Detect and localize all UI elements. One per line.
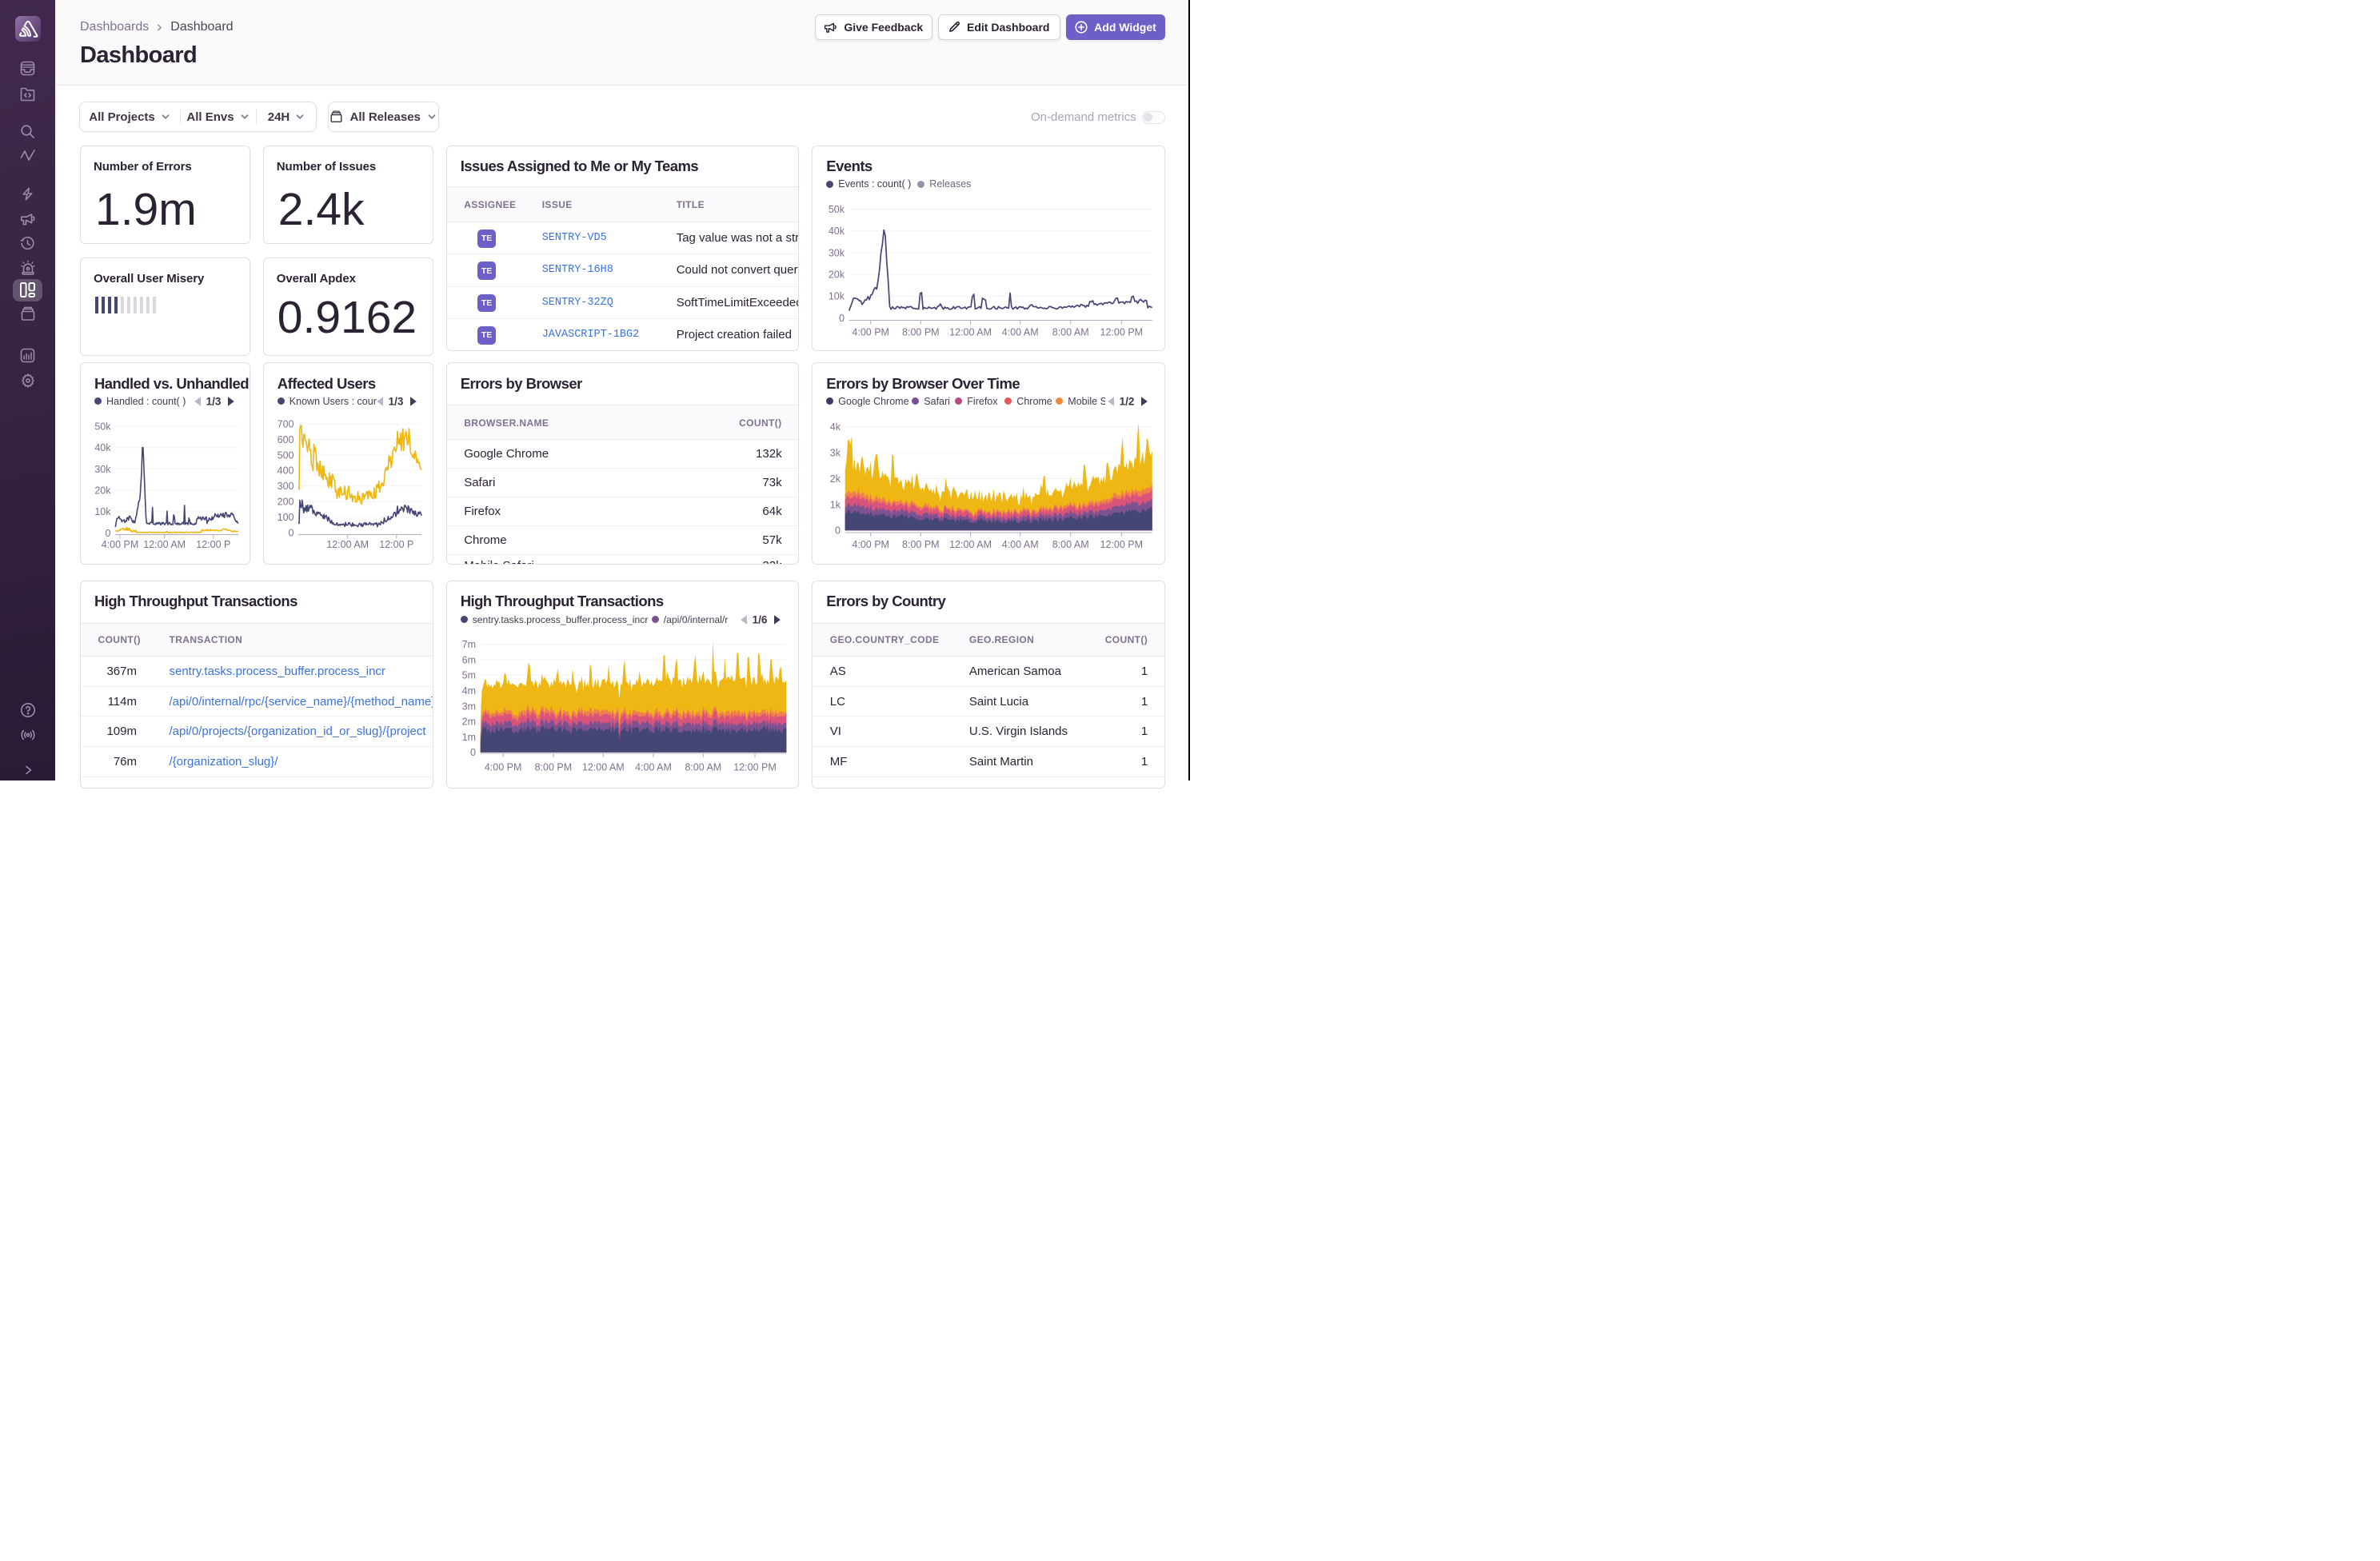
svg-text:4:00 AM: 4:00 AM bbox=[1002, 539, 1039, 550]
svg-text:4:00 PM: 4:00 PM bbox=[102, 539, 139, 550]
svg-text:8:00 PM: 8:00 PM bbox=[902, 326, 940, 337]
svg-text:12:00 AM: 12:00 AM bbox=[582, 761, 625, 773]
svg-text:600: 600 bbox=[277, 434, 294, 445]
svg-text:300: 300 bbox=[277, 481, 294, 492]
svg-text:100: 100 bbox=[277, 512, 294, 523]
svg-text:8:00 PM: 8:00 PM bbox=[534, 761, 572, 773]
svg-text:12:00 AM: 12:00 AM bbox=[949, 539, 992, 550]
svg-text:3m: 3m bbox=[461, 701, 475, 712]
svg-text:12:00 PM: 12:00 PM bbox=[733, 761, 777, 773]
svg-text:4:00 PM: 4:00 PM bbox=[485, 761, 522, 773]
svg-text:12:00 P: 12:00 P bbox=[196, 539, 230, 550]
svg-text:40k: 40k bbox=[94, 442, 111, 453]
svg-text:700: 700 bbox=[277, 418, 294, 429]
svg-text:8:00 PM: 8:00 PM bbox=[902, 539, 940, 550]
svg-text:4:00 AM: 4:00 AM bbox=[1002, 326, 1039, 337]
svg-text:12:00 AM: 12:00 AM bbox=[143, 539, 186, 550]
svg-text:400: 400 bbox=[277, 465, 294, 477]
svg-text:12:00 P: 12:00 P bbox=[379, 539, 413, 550]
svg-text:4k: 4k bbox=[830, 421, 841, 433]
svg-text:2k: 2k bbox=[830, 473, 841, 485]
svg-text:0: 0 bbox=[839, 312, 845, 323]
svg-text:8:00 AM: 8:00 AM bbox=[685, 761, 721, 773]
svg-text:50k: 50k bbox=[94, 421, 111, 432]
svg-text:40k: 40k bbox=[829, 226, 845, 237]
svg-text:0: 0 bbox=[835, 525, 841, 537]
svg-text:12:00 PM: 12:00 PM bbox=[1100, 539, 1144, 550]
svg-text:12:00 AM: 12:00 AM bbox=[326, 539, 369, 550]
svg-text:10k: 10k bbox=[94, 506, 111, 517]
svg-text:4m: 4m bbox=[461, 685, 475, 697]
svg-text:0: 0 bbox=[288, 528, 294, 539]
svg-text:3k: 3k bbox=[830, 448, 841, 459]
svg-text:6m: 6m bbox=[461, 654, 475, 665]
svg-text:1k: 1k bbox=[830, 499, 841, 510]
svg-text:10k: 10k bbox=[829, 290, 845, 301]
svg-text:5m: 5m bbox=[461, 669, 475, 681]
svg-text:12:00 PM: 12:00 PM bbox=[1100, 326, 1144, 337]
svg-text:500: 500 bbox=[277, 449, 294, 461]
svg-text:8:00 AM: 8:00 AM bbox=[1052, 539, 1089, 550]
svg-text:0: 0 bbox=[470, 747, 476, 758]
svg-text:8:00 AM: 8:00 AM bbox=[1052, 326, 1089, 337]
svg-text:2m: 2m bbox=[461, 716, 475, 727]
svg-text:12:00 AM: 12:00 AM bbox=[949, 326, 992, 337]
svg-text:4:00 PM: 4:00 PM bbox=[853, 326, 890, 337]
svg-text:20k: 20k bbox=[94, 485, 111, 497]
svg-text:4:00 PM: 4:00 PM bbox=[853, 539, 890, 550]
svg-text:7m: 7m bbox=[461, 639, 475, 650]
svg-text:20k: 20k bbox=[829, 269, 845, 280]
svg-text:30k: 30k bbox=[94, 464, 111, 475]
svg-text:200: 200 bbox=[277, 497, 294, 508]
svg-text:30k: 30k bbox=[829, 247, 845, 258]
svg-text:0: 0 bbox=[106, 528, 111, 539]
svg-text:50k: 50k bbox=[829, 203, 845, 214]
svg-text:4:00 AM: 4:00 AM bbox=[635, 761, 672, 773]
svg-text:1m: 1m bbox=[461, 732, 475, 743]
